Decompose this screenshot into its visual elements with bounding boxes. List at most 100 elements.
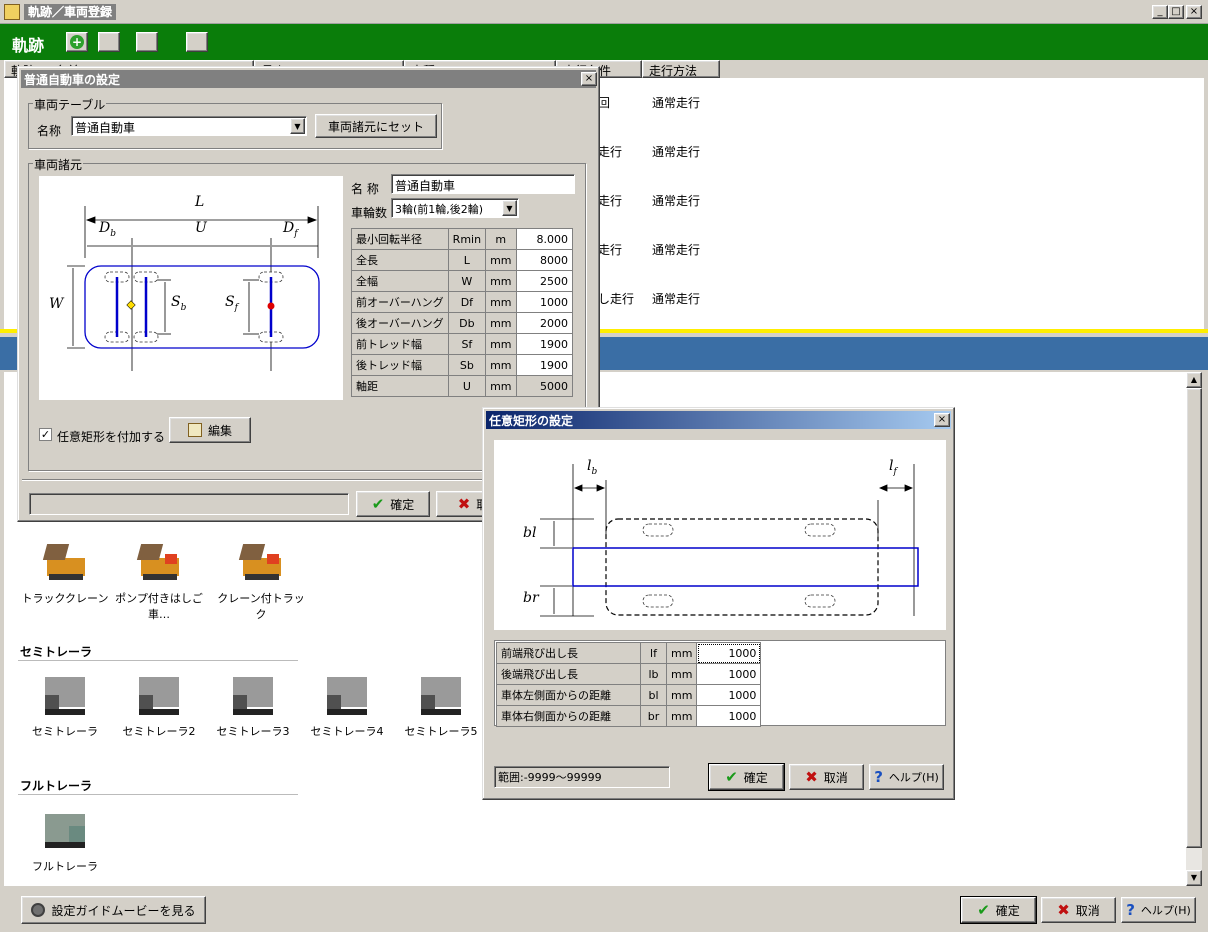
- vehicle-label: ポンプ付きはしご車…: [115, 592, 203, 621]
- rect-help-label: ヘルプ(H): [888, 771, 939, 784]
- diagram-label-Sf: Sf: [225, 294, 238, 313]
- vehicle-item-semi-2[interactable]: セミトレーラ2: [112, 673, 206, 739]
- scroll-up-button[interactable]: ▲: [1186, 372, 1202, 388]
- vehicle-table-group-title: 車両テーブル: [33, 96, 107, 113]
- vehicle-item-semi-3[interactable]: セミトレーラ3: [206, 673, 300, 739]
- spec-value[interactable]: 1900: [515, 333, 573, 355]
- crane-truck-icon: [41, 540, 89, 584]
- diagram-label-Sf-main: S: [225, 294, 235, 310]
- vehicle-item-crane-truck[interactable]: クレーン付トラック: [214, 540, 308, 622]
- minimize-button[interactable]: _: [1152, 5, 1168, 19]
- film-icon: [31, 903, 46, 917]
- table-row: 軸距 Umm 5000: [351, 375, 573, 397]
- diagram-label-Df-main: D: [283, 220, 295, 236]
- param-label: 車体右側面からの距離: [496, 705, 641, 727]
- edit-button[interactable]: 編集: [169, 417, 251, 443]
- vehicle-name-field[interactable]: 普通自動車: [391, 174, 575, 194]
- spec-value[interactable]: 1900: [515, 354, 573, 376]
- main-help-label: ヘルプ(H): [1140, 904, 1191, 917]
- vehicle-name2-value: 普通自動車: [395, 179, 456, 193]
- spec-value[interactable]: 2000: [515, 312, 573, 334]
- vehicle-ok-label: 確定: [390, 497, 415, 512]
- vehicle-dialog-close-button[interactable]: ×: [581, 72, 597, 86]
- tool-icon-4[interactable]: [186, 32, 208, 52]
- param-symbol: lf: [640, 642, 667, 664]
- spec-unit: mm: [485, 333, 517, 355]
- main-ok-label: 確定: [995, 903, 1020, 918]
- close-button[interactable]: ×: [1186, 5, 1202, 19]
- catalog-scrollbar[interactable]: ▲ ▼: [1186, 372, 1202, 886]
- spec-symbol: L: [447, 249, 487, 271]
- spec-value: 5000: [515, 375, 573, 397]
- vehicle-ok-button[interactable]: ✔ 確定: [356, 491, 430, 517]
- section-divider: [18, 794, 298, 795]
- rect-help-button[interactable]: ? ヘルプ(H): [869, 764, 944, 790]
- vehicle-name-combo[interactable]: 普通自動車 ▼: [71, 116, 307, 136]
- row-method: 通常走行: [652, 194, 701, 208]
- vehicle-label: セミトレーラ: [32, 725, 98, 738]
- rect-ok-button[interactable]: ✔ 確定: [708, 763, 785, 791]
- spec-value[interactable]: 2500: [515, 270, 573, 292]
- spec-unit: mm: [485, 312, 517, 334]
- ladder-truck-icon: [135, 540, 183, 584]
- table-row: 車体左側面からの距離 bl mm 1000: [496, 684, 762, 706]
- diagram-label-lb-sub: b: [591, 466, 598, 477]
- vehicle-item-ladder-truck[interactable]: ポンプ付きはしご車…: [112, 540, 206, 622]
- scroll-thumb[interactable]: [1186, 388, 1202, 848]
- col-header-method[interactable]: 走行方法: [642, 60, 720, 78]
- chevron-down-icon[interactable]: ▼: [290, 118, 305, 134]
- add-icon[interactable]: +: [66, 32, 88, 52]
- vehicle-spec-table: 最小回転半径 Rmin m 8.000 全長 Lmm 8000 全幅 Wmm 2500 前オー…: [351, 228, 573, 397]
- name2-label: 名 称: [351, 182, 379, 196]
- rect-dialog-close-button[interactable]: ×: [934, 413, 950, 427]
- table-row: 車体右側面からの距離 br mm 1000: [496, 705, 762, 727]
- tool-icon-3[interactable]: [136, 32, 158, 52]
- maximize-button[interactable]: □: [1168, 5, 1184, 19]
- vehicle-dialog-caption: 普通自動車の設定: [21, 70, 596, 88]
- main-cancel-button[interactable]: ✖ 取消: [1041, 897, 1116, 923]
- spec-unit: m: [485, 228, 517, 250]
- name-label: 名称: [37, 124, 62, 138]
- help-icon: ?: [1126, 901, 1135, 919]
- param-value[interactable]: 1000: [696, 684, 762, 706]
- add-rect-label[interactable]: 任意矩形を付加する: [57, 428, 165, 445]
- set-spec-button[interactable]: 車両諸元にセット: [315, 114, 437, 138]
- main-ok-button[interactable]: ✔ 確定: [960, 896, 1037, 924]
- spec-value[interactable]: 8000: [515, 249, 573, 271]
- diagram-label-Df-sub: f: [294, 228, 298, 239]
- rect-cancel-button[interactable]: ✖ 取消: [789, 764, 864, 790]
- vehicle-item-full-1[interactable]: フルトレーラ: [18, 808, 112, 874]
- main-cancel-label: 取消: [1075, 903, 1100, 918]
- param-value[interactable]: 1000: [696, 642, 762, 664]
- app-icon: [4, 4, 20, 20]
- rect-param-table: 前端飛び出し長 lf mm 1000 後端飛び出し長 lb mm 1000 車体左側面からの…: [496, 642, 762, 727]
- main-title-bar: 軌跡／車両登録 _ □ ×: [0, 0, 1208, 24]
- chevron-down-icon[interactable]: ▼: [502, 200, 517, 216]
- vehicle-item-semi-5[interactable]: セミトレーラ5: [394, 673, 488, 739]
- diagram-label-lf-sub: f: [893, 466, 897, 477]
- vehicle-item-truck-crane[interactable]: トラッククレーン: [18, 540, 112, 606]
- param-label: 後端飛び出し長: [496, 663, 641, 685]
- main-help-button[interactable]: ? ヘルプ(H): [1121, 897, 1196, 923]
- vehicle-item-semi-1[interactable]: セミトレーラ: [18, 673, 112, 739]
- vehicle-item-semi-4[interactable]: セミトレーラ4: [300, 673, 394, 739]
- spec-value[interactable]: 1000: [515, 291, 573, 313]
- param-value[interactable]: 1000: [696, 705, 762, 727]
- rect-settings-dialog: 任意矩形の設定 × lb lf bl br 前端飛び出し長 lf mm 1000 後端…: [482, 407, 955, 800]
- guide-movie-button[interactable]: 設定ガイドムービーを見る: [21, 896, 206, 924]
- section-divider: [18, 660, 298, 661]
- table-row: 前オーバーハング Df mm 1000: [351, 291, 573, 313]
- param-unit: mm: [665, 642, 698, 664]
- vehicle-label: セミトレーラ3: [216, 725, 290, 738]
- toolbar: 軌跡 +: [0, 24, 1208, 60]
- semi-trailer-icon: [135, 673, 183, 717]
- range-display: 範囲:-9999～99999: [494, 766, 670, 788]
- row-condition: 走行: [598, 194, 623, 208]
- param-value[interactable]: 1000: [696, 663, 762, 685]
- vehicle-label: クレーン付トラック: [217, 592, 305, 621]
- wheels-combo[interactable]: 3輪(前1輪,後2輪) ▼: [391, 198, 519, 218]
- spec-value[interactable]: 8.000: [515, 228, 573, 250]
- scroll-down-button[interactable]: ▼: [1186, 870, 1202, 886]
- tool-icon-2[interactable]: [98, 32, 120, 52]
- add-rect-checkbox[interactable]: ✓: [39, 428, 52, 441]
